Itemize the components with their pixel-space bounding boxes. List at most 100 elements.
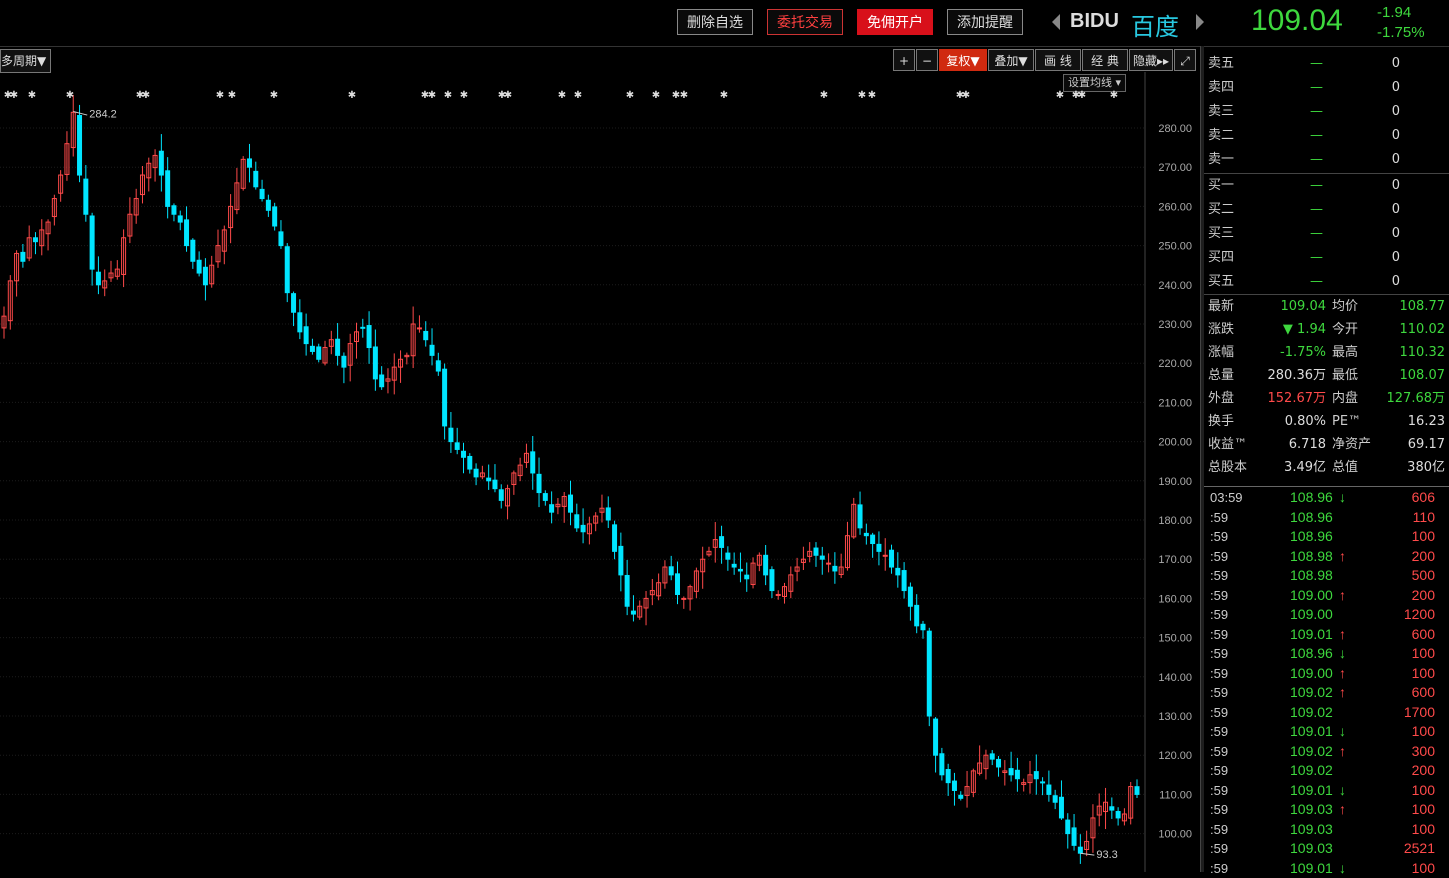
- ask-volume: 0: [1384, 76, 1400, 100]
- event-marker-icon[interactable]: ✱: [820, 90, 828, 101]
- hide-button[interactable]: 隐藏▸▸: [1129, 49, 1173, 71]
- tick-row: :59 109.02 ↑ 300: [1204, 742, 1449, 762]
- event-marker-icon[interactable]: ✱: [66, 90, 74, 101]
- event-marker-icon[interactable]: ✱: [680, 90, 688, 101]
- quote-panel: 卖五 — 0 卖四 — 0 卖三 — 0 卖二 — 0 卖一 — 0 买一 — …: [1204, 46, 1449, 872]
- stat-row: 最新 109.04 均价 108.77: [1204, 295, 1449, 318]
- adjust-button[interactable]: 复权▼: [939, 49, 987, 71]
- event-marker-icon[interactable]: ✱: [216, 90, 224, 101]
- candle-body: [21, 252, 25, 261]
- candle-body: [682, 598, 686, 599]
- next-stock-icon[interactable]: [1196, 14, 1204, 30]
- bid-volume: 0: [1384, 222, 1400, 246]
- stat-value: 109.04: [1281, 295, 1327, 318]
- y-tick-label: 150.00: [1158, 633, 1192, 645]
- candle-body: [461, 451, 465, 457]
- event-marker-icon[interactable]: ✱: [868, 90, 876, 101]
- y-tick-label: 260.00: [1158, 201, 1192, 213]
- period-label: 多周期: [1, 54, 37, 68]
- event-marker-icon[interactable]: ✱: [270, 90, 278, 101]
- arrow-down-icon: ↓: [1339, 488, 1346, 508]
- event-marker-icon[interactable]: ✱: [142, 90, 150, 101]
- candle-body: [625, 575, 629, 606]
- event-marker-icon[interactable]: ✱: [10, 90, 18, 101]
- tick-time: :59: [1210, 527, 1228, 547]
- event-marker-icon[interactable]: ✱: [962, 90, 970, 101]
- event-marker-icon[interactable]: ✱: [228, 90, 236, 101]
- ask-price: —: [1310, 52, 1323, 76]
- event-marker-icon[interactable]: ✱: [504, 90, 512, 101]
- tick-volume: 200: [1412, 586, 1435, 606]
- tick-row: :59 109.02 200: [1204, 761, 1449, 781]
- candle-body: [883, 555, 887, 556]
- tick-time: :59: [1210, 644, 1228, 664]
- candle-body: [997, 759, 1001, 767]
- event-marker-icon[interactable]: ✱: [1110, 90, 1118, 101]
- ask-volume: 0: [1384, 100, 1400, 124]
- prev-stock-icon[interactable]: [1052, 14, 1060, 30]
- event-marker-icon[interactable]: ✱: [858, 90, 866, 101]
- zoom-out-button[interactable]: −: [916, 49, 938, 71]
- add-alert-button[interactable]: 添加提醒: [947, 9, 1023, 35]
- candle-body: [726, 553, 730, 559]
- ask-price: —: [1310, 148, 1323, 172]
- stat-value: 110.32: [1400, 341, 1446, 364]
- event-marker-icon[interactable]: ✱: [28, 90, 36, 101]
- candle-body: [468, 456, 472, 469]
- event-marker-icon[interactable]: ✱: [574, 90, 582, 101]
- bid-label: 买二: [1208, 198, 1234, 222]
- candle-body: [90, 216, 94, 269]
- stat-label: 换手: [1208, 410, 1234, 433]
- ask-row: 卖三 — 0: [1204, 100, 1449, 124]
- candle-body: [1047, 785, 1051, 794]
- draw-line-button[interactable]: 画 线: [1035, 49, 1081, 71]
- event-marker-icon[interactable]: ✱: [720, 90, 728, 101]
- tick-time: :59: [1210, 839, 1228, 859]
- event-marker-icon[interactable]: ✱: [652, 90, 660, 101]
- candle-body: [430, 345, 434, 355]
- event-marker-icon[interactable]: ✱: [626, 90, 634, 101]
- tick-price: 109.03: [1290, 800, 1333, 820]
- stock-symbol: BIDU: [1070, 10, 1119, 33]
- candle-body: [550, 505, 554, 512]
- candle-body: [254, 171, 258, 186]
- stat-row: 换手 0.80% PE™ 16.23: [1204, 410, 1449, 433]
- stat-value: 380亿: [1407, 456, 1445, 479]
- candle-body: [569, 495, 573, 512]
- event-marker-icon[interactable]: ✱: [460, 90, 468, 101]
- candle-body: [669, 567, 673, 575]
- candle-body: [487, 478, 491, 481]
- candle-body: [1034, 772, 1038, 779]
- event-marker-icon[interactable]: ✱: [558, 90, 566, 101]
- tick-time: :59: [1210, 859, 1228, 878]
- candle-body: [959, 795, 963, 798]
- candlestick-chart[interactable]: 280.00270.00260.00250.00240.00230.00220.…: [0, 72, 1200, 872]
- stat-label: 均价: [1332, 295, 1358, 318]
- stat-label: 今开: [1332, 318, 1358, 341]
- event-marker-icon[interactable]: ✱: [428, 90, 436, 101]
- tick-price: 109.02: [1290, 683, 1333, 703]
- tick-time: :59: [1210, 800, 1228, 820]
- open-account-button[interactable]: 免佣开户: [857, 9, 933, 35]
- remove-watchlist-button[interactable]: 删除自选: [677, 9, 753, 35]
- stat-label: 最新: [1208, 295, 1234, 318]
- event-marker-icon[interactable]: ✱: [444, 90, 452, 101]
- arrow-up-icon: ↑: [1339, 800, 1346, 820]
- fullscreen-icon[interactable]: ⤢: [1174, 49, 1196, 71]
- classic-button[interactable]: 经 典: [1082, 49, 1128, 71]
- candle-body: [896, 568, 900, 575]
- period-selector[interactable]: 多周期▼: [0, 49, 51, 73]
- event-marker-icon[interactable]: ✱: [1056, 90, 1064, 101]
- overlay-button[interactable]: 叠加▼: [988, 49, 1034, 71]
- event-marker-icon[interactable]: ✱: [1078, 90, 1086, 101]
- zoom-in-button[interactable]: +: [893, 49, 915, 71]
- event-marker-icon[interactable]: ✱: [348, 90, 356, 101]
- candle-body: [814, 548, 818, 555]
- tick-row: :59 109.03 ↑ 100: [1204, 800, 1449, 820]
- stat-value: 108.77: [1400, 295, 1446, 318]
- tick-price: 109.00: [1290, 586, 1333, 606]
- arrow-up-icon: ↑: [1339, 625, 1346, 645]
- tick-price: 109.01: [1290, 722, 1333, 742]
- adjust-label: 复权: [946, 54, 970, 68]
- trade-button[interactable]: 委托交易: [767, 9, 843, 35]
